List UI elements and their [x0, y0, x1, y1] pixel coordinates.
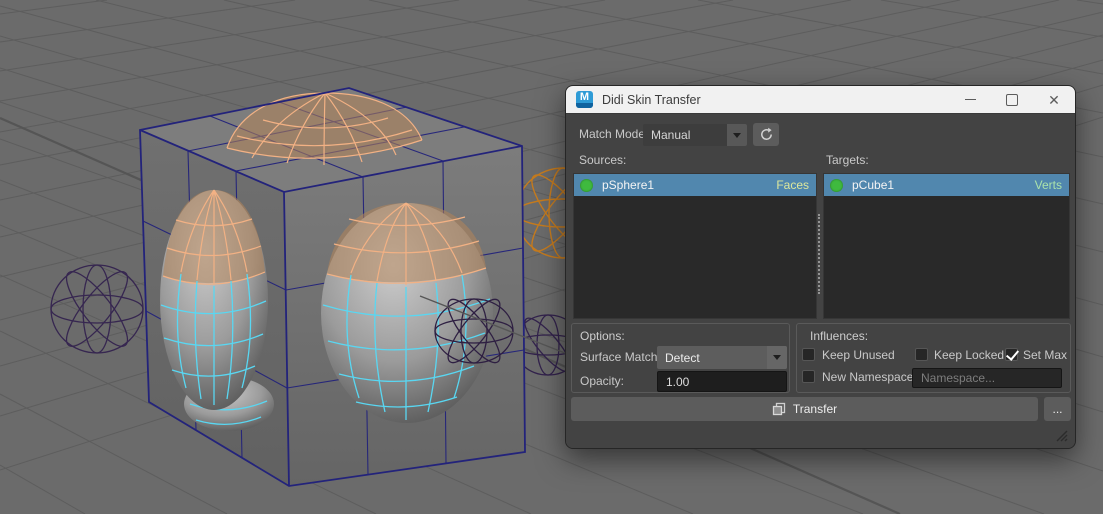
- options-group: Options: Surface Match: Detect Opacity:: [571, 323, 790, 393]
- cube-mesh[interactable]: [139, 87, 526, 487]
- status-dot-icon: [580, 178, 593, 192]
- window-title: Didi Skin Transfer: [602, 92, 701, 107]
- sources-list[interactable]: pSphere1 Faces: [573, 173, 817, 319]
- keep-locked-checkbox[interactable]: [915, 348, 928, 361]
- window-controls: ✕: [949, 86, 1075, 113]
- check-icon: [1005, 347, 1020, 361]
- new-namespace-label: New Namespace:: [822, 370, 917, 384]
- source-item-mode: Faces: [776, 178, 809, 192]
- window-titlebar[interactable]: M Didi Skin Transfer ✕: [566, 86, 1075, 114]
- transfer-icon: [772, 402, 786, 416]
- refresh-button[interactable]: [753, 123, 779, 146]
- surface-match-label: Surface Match:: [580, 350, 661, 364]
- influences-group: Influences: Keep Unused Keep Locked Set …: [796, 323, 1071, 393]
- influences-group-title: Influences:: [810, 329, 869, 343]
- maya-logo-icon: M: [576, 91, 593, 108]
- skin-transfer-window: M Didi Skin Transfer ✕ Match Mode: Manua…: [565, 85, 1076, 449]
- dropdown-arrow-icon: [727, 124, 747, 146]
- namespace-input[interactable]: [912, 368, 1062, 388]
- splitter-handle[interactable]: [818, 214, 820, 294]
- keep-locked-label: Keep Locked: [934, 348, 1005, 362]
- maya-application: M Didi Skin Transfer ✕ Match Mode: Manua…: [0, 0, 1103, 514]
- target-item-name: pCube1: [852, 178, 895, 192]
- match-mode-value: Manual: [651, 128, 691, 142]
- maximize-icon: [1006, 93, 1018, 106]
- refresh-icon: [760, 127, 772, 140]
- surface-match-select[interactable]: Detect: [657, 346, 787, 369]
- surface-match-value: Detect: [665, 350, 700, 365]
- sources-label: Sources:: [579, 153, 627, 167]
- keep-unused-label: Keep Unused: [822, 348, 895, 362]
- options-group-title: Options:: [580, 329, 625, 343]
- maximize-button[interactable]: [991, 86, 1033, 113]
- transfer-button[interactable]: Transfer: [571, 397, 1038, 421]
- transfer-button-label: Transfer: [792, 402, 838, 416]
- more-options-button[interactable]: ...: [1044, 397, 1071, 421]
- targets-list[interactable]: pCube1 Verts: [823, 173, 1070, 319]
- target-item-mode: Verts: [1034, 178, 1062, 192]
- target-list-item[interactable]: pCube1 Verts: [824, 174, 1069, 196]
- dialog-body: Match Mode: Manual Sources: Targets: pSp…: [566, 114, 1075, 448]
- opacity-label: Opacity:: [580, 374, 625, 388]
- set-max-checkbox[interactable]: [1005, 347, 1020, 361]
- more-options-label: ...: [1052, 402, 1063, 416]
- resize-grip[interactable]: [1054, 428, 1068, 442]
- match-mode-select[interactable]: Manual: [643, 124, 747, 146]
- dropdown-arrow-icon: [767, 346, 787, 369]
- match-mode-label: Match Mode:: [579, 127, 649, 141]
- sphere-right-bulge[interactable]: [321, 202, 493, 423]
- sphere-left-bulge[interactable]: [160, 189, 268, 410]
- keep-unused-checkbox[interactable]: [802, 348, 815, 361]
- close-button[interactable]: ✕: [1033, 86, 1075, 113]
- new-namespace-checkbox[interactable]: [802, 370, 815, 383]
- source-list-item[interactable]: pSphere1 Faces: [574, 174, 816, 196]
- minimize-button[interactable]: [949, 86, 991, 113]
- set-max-label: Set Max: [1023, 348, 1068, 362]
- minimize-icon: [964, 99, 976, 100]
- close-icon: ✕: [1048, 91, 1060, 108]
- targets-label: Targets:: [826, 153, 869, 167]
- status-dot-icon: [830, 178, 843, 192]
- opacity-input[interactable]: [657, 371, 787, 392]
- source-item-name: pSphere1: [602, 178, 655, 192]
